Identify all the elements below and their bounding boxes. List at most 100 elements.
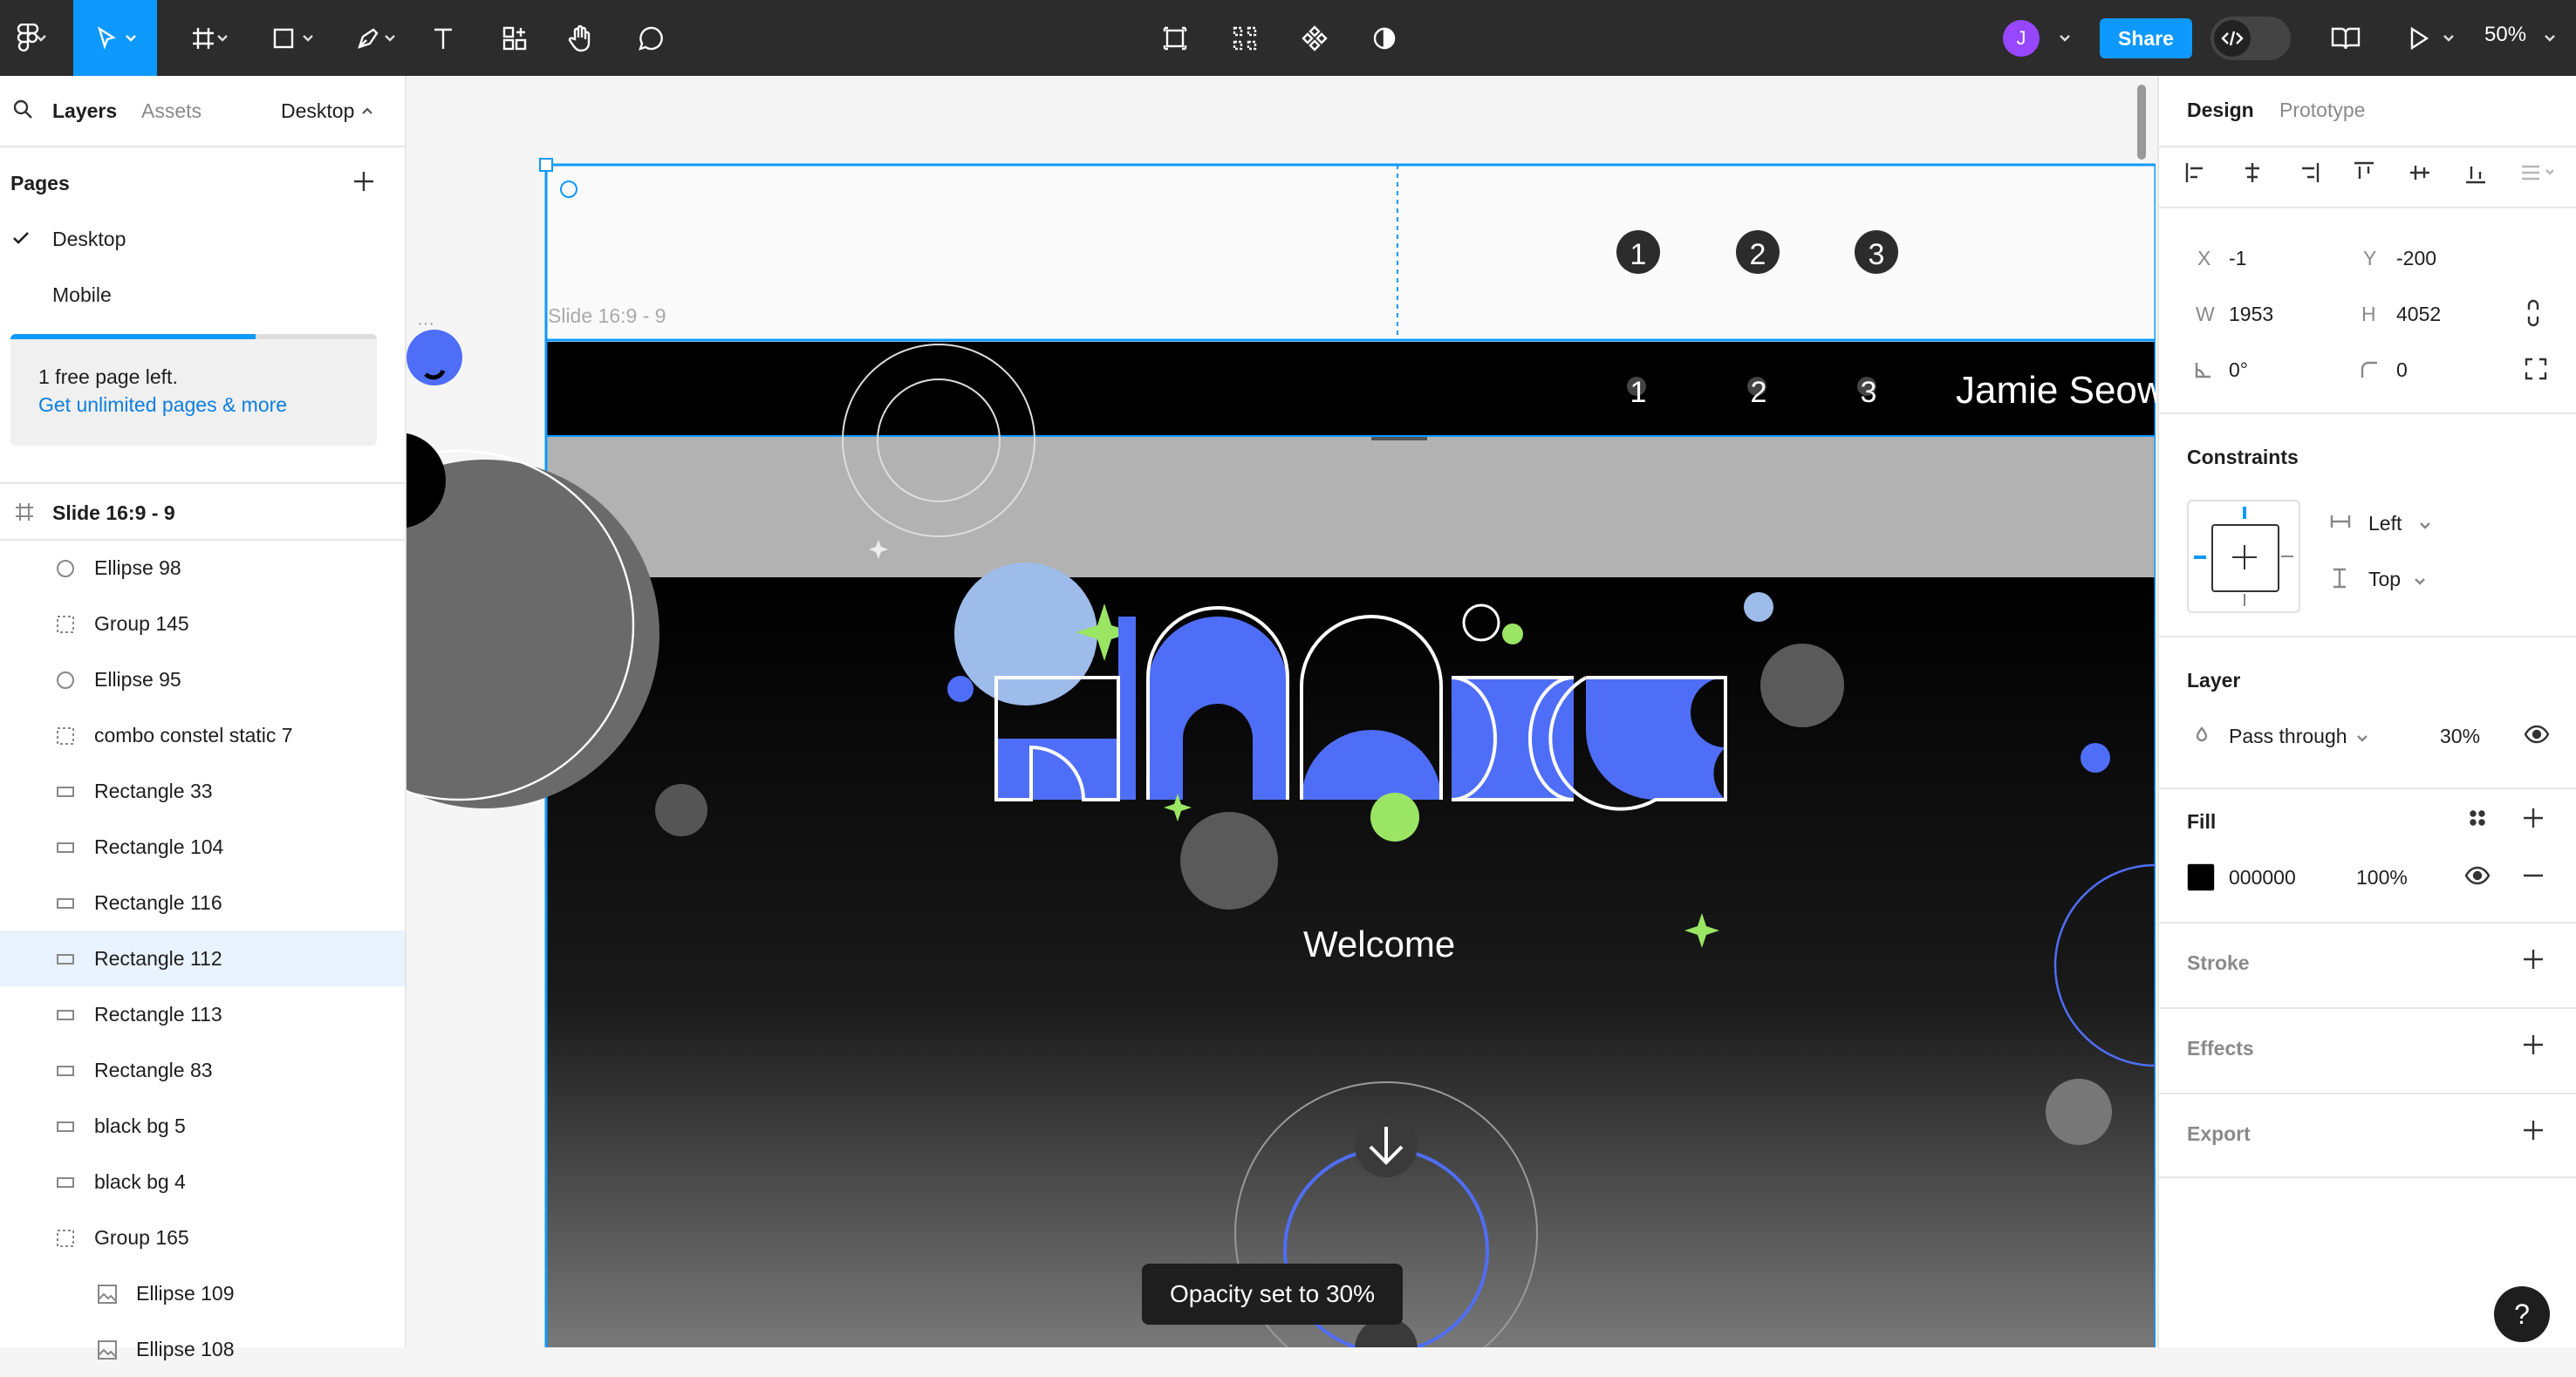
page-item-mobile[interactable]: Mobile (0, 268, 405, 320)
layer-row[interactable]: Rectangle 112 (0, 930, 405, 986)
present-button[interactable] (2399, 0, 2439, 76)
fill-opacity-input[interactable]: 100% (2356, 866, 2408, 890)
distribute-button[interactable] (2518, 160, 2557, 190)
chevron-up-icon[interactable] (361, 104, 373, 119)
avatar[interactable]: J (2003, 20, 2040, 57)
layer-row[interactable]: Ellipse 108 (0, 1321, 405, 1377)
search-icon[interactable] (12, 99, 33, 124)
add-stroke-button[interactable] (2522, 948, 2545, 975)
layer-row[interactable]: Ellipse 98 (0, 540, 405, 596)
chevron-down-icon[interactable] (2059, 31, 2071, 42)
comment-tool-button[interactable] (625, 0, 677, 76)
align-center-button[interactable] (2239, 160, 2265, 190)
nav-number-3: 3 (1868, 238, 1885, 271)
align-top-button[interactable] (2351, 160, 2377, 190)
dev-mode-toggle[interactable] (2210, 17, 2291, 60)
tab-design[interactable]: Design (2187, 99, 2254, 122)
plus-icon (2524, 950, 2543, 969)
help-button[interactable]: ? (2494, 1286, 2550, 1342)
share-button[interactable]: Share (2100, 18, 2192, 58)
frame-layer-row[interactable]: Slide 16:9 - 9 (0, 484, 405, 540)
resources-button[interactable] (489, 0, 541, 76)
crop-button[interactable] (1150, 0, 1200, 76)
frame-name-label[interactable]: Slide 16:9 - 9 (548, 304, 666, 328)
add-fill-button[interactable] (2522, 807, 2545, 834)
layer-row[interactable]: black bg 4 (0, 1154, 405, 1210)
layer-label: Rectangle 112 (94, 947, 222, 970)
chevron-down-icon[interactable] (2414, 575, 2426, 590)
fill-visibility-toggle[interactable] (2464, 866, 2491, 890)
chevron-down-icon[interactable] (2544, 31, 2556, 42)
chevron-down-icon[interactable] (2419, 519, 2431, 535)
layer-row[interactable]: black bg 5 (0, 1098, 405, 1154)
align-middle-button[interactable] (2407, 160, 2433, 190)
constraint-top-indicator[interactable] (2243, 507, 2246, 519)
header-name: Jamie Seow (1956, 369, 2156, 412)
tab-prototype[interactable]: Prototype (2279, 99, 2365, 122)
layer-row[interactable]: Rectangle 113 (0, 986, 405, 1042)
add-effect-button[interactable] (2522, 1033, 2545, 1060)
move-tool-button[interactable] (73, 0, 157, 76)
page-switcher[interactable]: Desktop (281, 99, 354, 123)
rectangle-icon (54, 1171, 77, 1194)
blend-mode-select[interactable]: Pass through (2229, 725, 2347, 748)
styles-button[interactable] (2466, 807, 2489, 834)
layer-row[interactable]: Rectangle 33 (0, 763, 405, 819)
hand-tool-button[interactable] (555, 0, 607, 76)
height-input[interactable]: 4052 (2396, 303, 2441, 326)
text-tool-button[interactable] (417, 0, 469, 76)
page-item-desktop[interactable]: Desktop (0, 212, 405, 264)
layer-row[interactable]: Rectangle 116 (0, 875, 405, 930)
fill-color-swatch[interactable] (2187, 863, 2215, 891)
main-menu-button[interactable] (0, 0, 56, 76)
independent-corners-button[interactable] (2524, 357, 2548, 385)
design-canvas[interactable]: ··· Slide 16:9 - 9 1 2 3 1 2 3 Jamie Seo… (407, 76, 2156, 1347)
layer-label: Group 145 (94, 612, 189, 635)
rotation-input[interactable]: 0° (2229, 358, 2248, 382)
contrast-button[interactable] (1359, 0, 1410, 76)
grid-button[interactable] (1220, 0, 1270, 76)
constraint-center-v[interactable] (2244, 545, 2245, 569)
layer-row[interactable]: Group 145 (0, 596, 405, 651)
library-button[interactable] (2324, 0, 2368, 76)
remove-fill-button[interactable] (2522, 866, 2545, 890)
notice-text: 1 free page left. (38, 365, 178, 388)
layer-opacity-input[interactable]: 30% (2440, 725, 2480, 748)
chevron-down-icon[interactable] (2443, 31, 2455, 42)
zoom-level[interactable]: 50% (2484, 23, 2526, 47)
tab-layers[interactable]: Layers (52, 99, 117, 123)
tab-assets[interactable]: Assets (141, 99, 202, 123)
align-bottom-button[interactable] (2463, 160, 2489, 190)
layer-row[interactable]: combo constel static 7 (0, 707, 405, 763)
chevron-down-icon[interactable] (2356, 732, 2368, 747)
align-right-button[interactable] (2295, 160, 2321, 190)
play-icon (2410, 26, 2429, 50)
x-input[interactable]: -1 (2229, 247, 2246, 270)
constraints-widget[interactable] (2187, 500, 2300, 613)
visibility-toggle[interactable] (2524, 725, 2550, 748)
layer-row[interactable]: Rectangle 83 (0, 1042, 405, 1098)
layer-row[interactable]: Rectangle 104 (0, 819, 405, 875)
corner-radius-input[interactable]: 0 (2396, 358, 2408, 382)
constraint-left-indicator[interactable] (2194, 556, 2206, 559)
layer-row[interactable]: Group 165 (0, 1210, 405, 1265)
add-page-button[interactable] (352, 170, 375, 197)
add-export-button[interactable] (2522, 1119, 2545, 1146)
component-button[interactable] (1289, 0, 1340, 76)
layer-row[interactable]: Ellipse 95 (0, 651, 405, 707)
resize-handle (539, 158, 553, 172)
vertical-constraint-select[interactable]: Top (2368, 568, 2401, 591)
constrain-proportions-button[interactable] (2524, 299, 2543, 331)
fill-hex-input[interactable]: 000000 (2229, 866, 2296, 890)
plus-icon (2524, 1035, 2543, 1054)
upgrade-link[interactable]: Get unlimited pages & more (38, 393, 287, 417)
rectangle-icon (54, 1115, 77, 1138)
width-input[interactable]: 1953 (2229, 303, 2273, 326)
y-input[interactable]: -200 (2396, 247, 2436, 270)
constraint-right-indicator[interactable] (2281, 556, 2293, 557)
layer-row[interactable]: Ellipse 109 (0, 1265, 405, 1321)
align-left-button[interactable] (2183, 160, 2210, 190)
horizontal-constraint-select[interactable]: Left (2368, 512, 2402, 535)
constraint-bottom-indicator[interactable] (2244, 594, 2245, 606)
export-title: Export (2187, 1122, 2251, 1145)
